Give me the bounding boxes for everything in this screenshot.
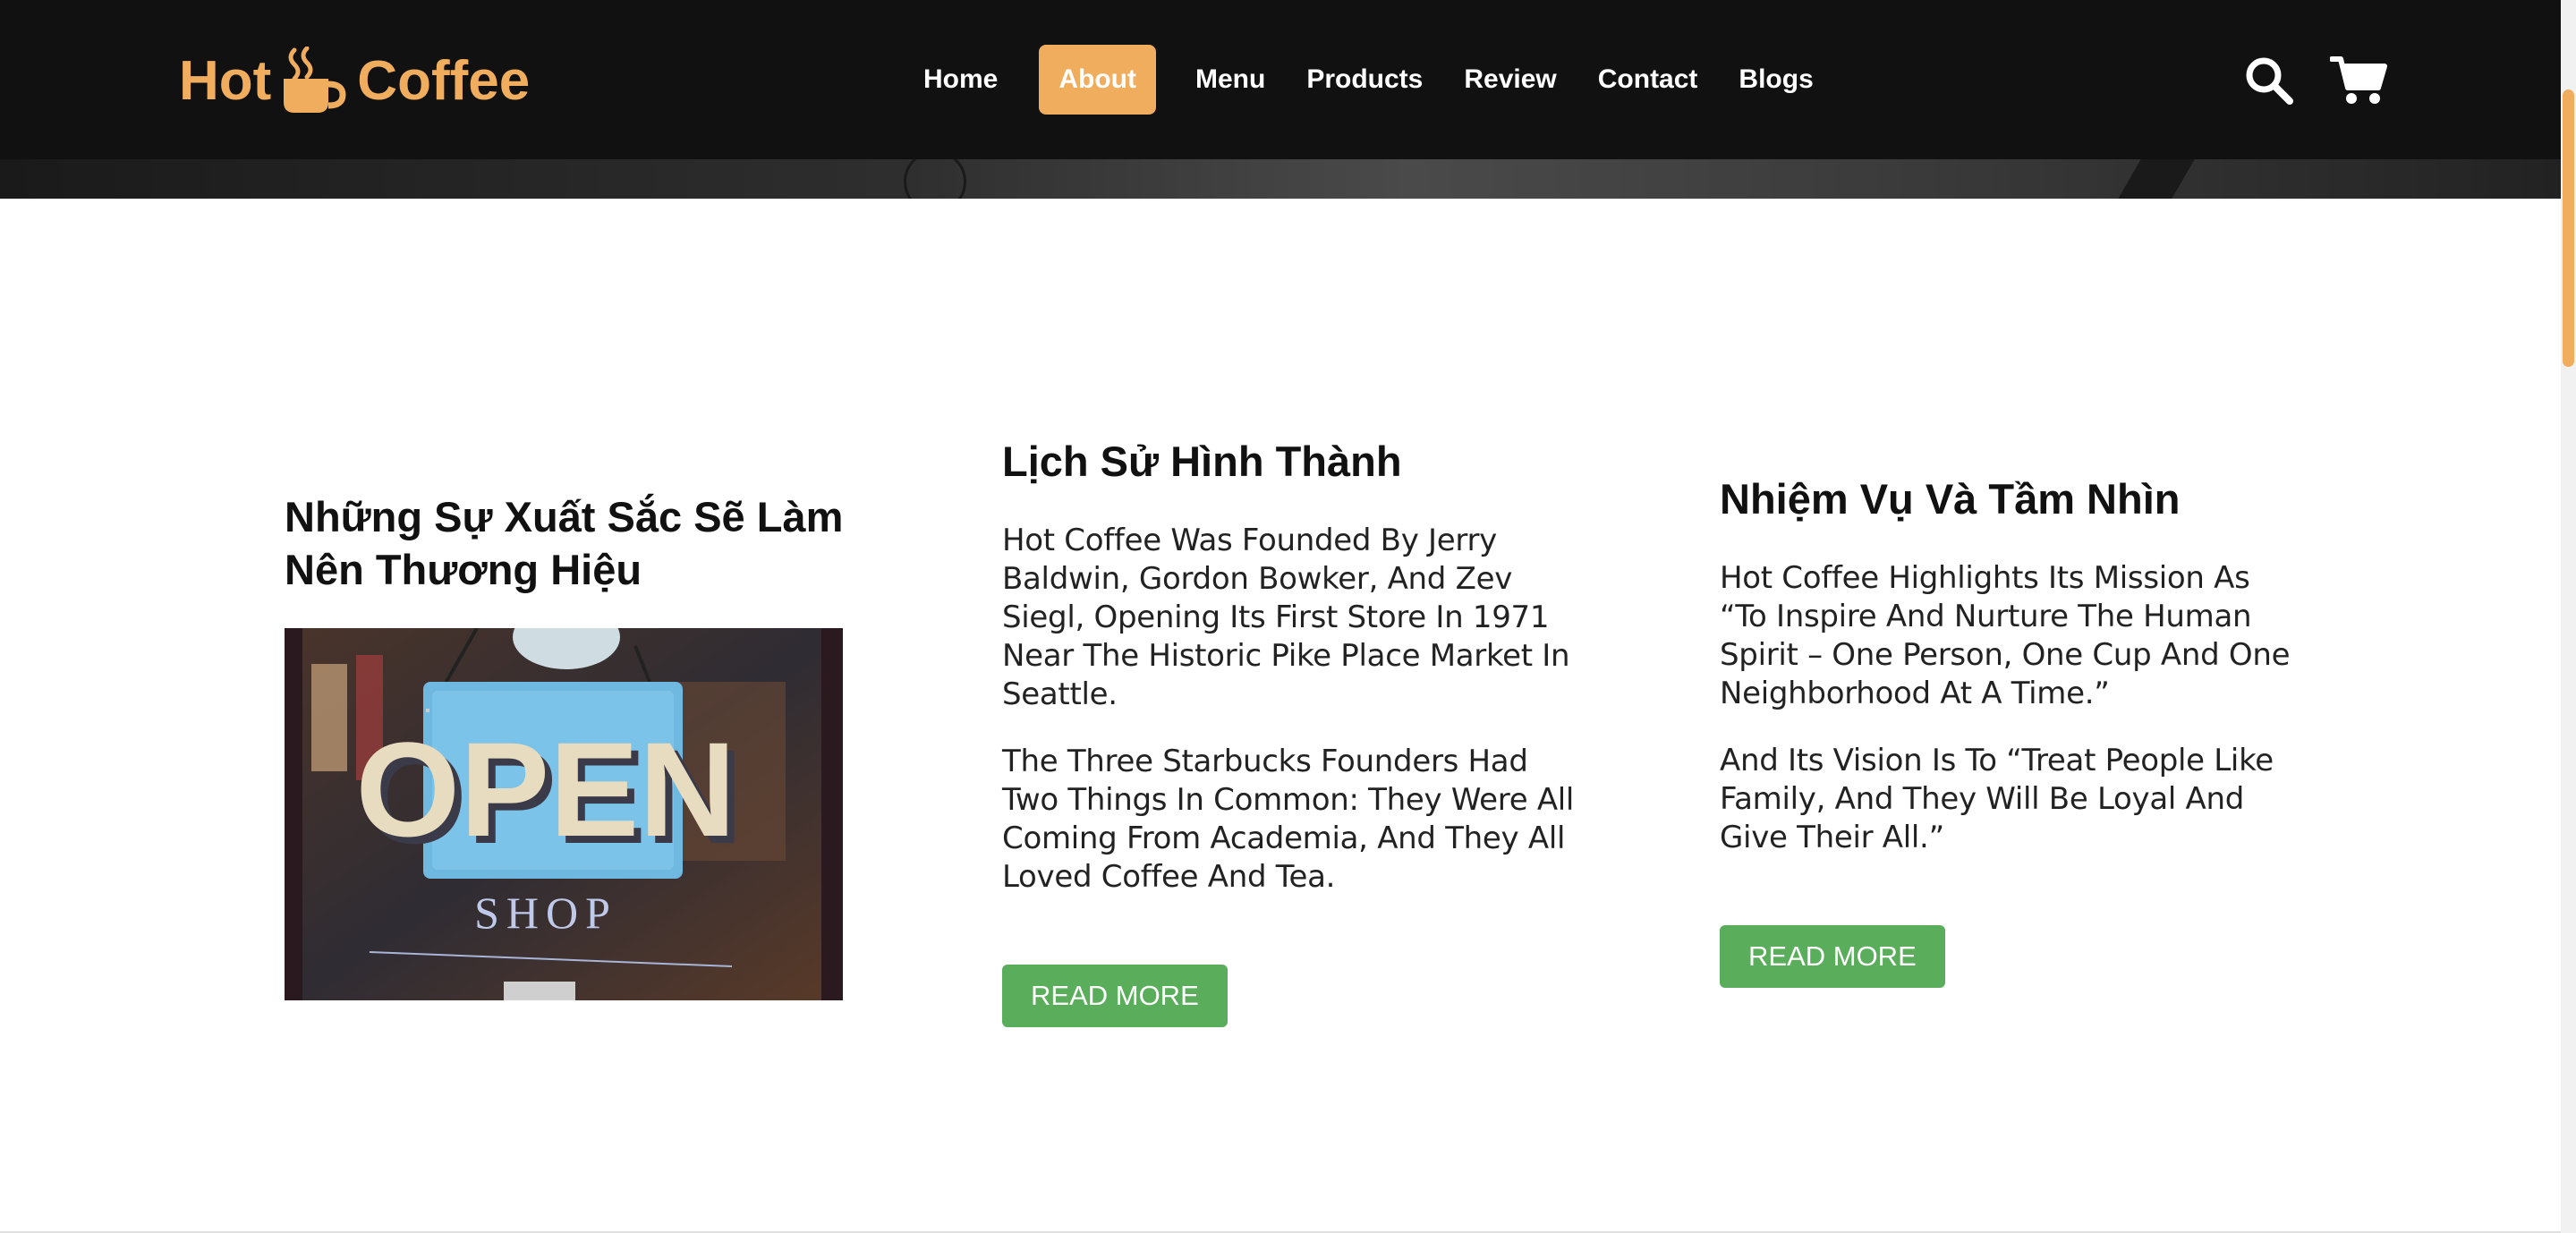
brand-excellence-title: Những Sự Xuất Sắc Sẽ Làm Nên Thương Hiệu [285,493,844,593]
nav-home[interactable]: Home [904,45,1017,115]
nav-products[interactable]: Products [1287,45,1442,115]
history-paragraph-2: The Three Starbucks Founders Had Two Thi… [1002,744,1575,895]
logo-text-hot: Hot [179,49,272,112]
coffee-cup-icon [282,46,346,115]
site-logo[interactable]: Hot Coffee [179,45,530,116]
site-header: Hot Coffee Home About Menu Products Revi… [0,0,2561,159]
history-section: Lịch Sử Hình Thành Hot Coffee Was Founde… [1002,435,1575,1027]
mission-paragraph: Hot Coffee Highlights Its Mission As “To… [1720,560,2291,711]
logo-text-coffee: Coffee [357,49,531,112]
nav-about[interactable]: About [1039,45,1156,115]
nav-blogs[interactable]: Blogs [1719,45,1832,115]
mission-read-more-button[interactable]: READ MORE [1720,925,1945,988]
main-nav: Home About Menu Products Review Contact … [904,45,1835,115]
mission-vision-section: Nhiệm Vụ Và Tầm Nhìn Hot Coffee Highligh… [1720,472,2292,988]
history-read-more-button[interactable]: READ MORE [1002,965,1228,1027]
history-title: Lịch Sử Hình Thành [1002,438,1402,485]
vision-paragraph: And Its Vision Is To “Treat People Like … [1720,743,2274,855]
cart-icon[interactable] [2329,54,2387,106]
page-scrollbar-thumb[interactable] [2563,89,2574,367]
history-paragraph-1: Hot Coffee Was Founded By Jerry Baldwin,… [1002,523,1570,712]
search-icon[interactable] [2244,55,2294,106]
mission-vision-title: Nhiệm Vụ Và Tầm Nhìn [1720,475,2181,523]
nav-review[interactable]: Review [1444,45,1576,115]
nav-contact[interactable]: Contact [1578,45,1718,115]
shop-sign-text: SHOP [474,888,617,938]
brand-excellence-section: Những Sự Xuất Sắc Sẽ Làm Nên Thương Hiệu [285,490,848,1000]
hero-image-strip [0,159,2561,199]
open-sign-text: OPEN [355,714,735,864]
open-shop-image: OPEN OPEN SHOP [285,628,843,1000]
nav-menu[interactable]: Menu [1176,45,1285,115]
